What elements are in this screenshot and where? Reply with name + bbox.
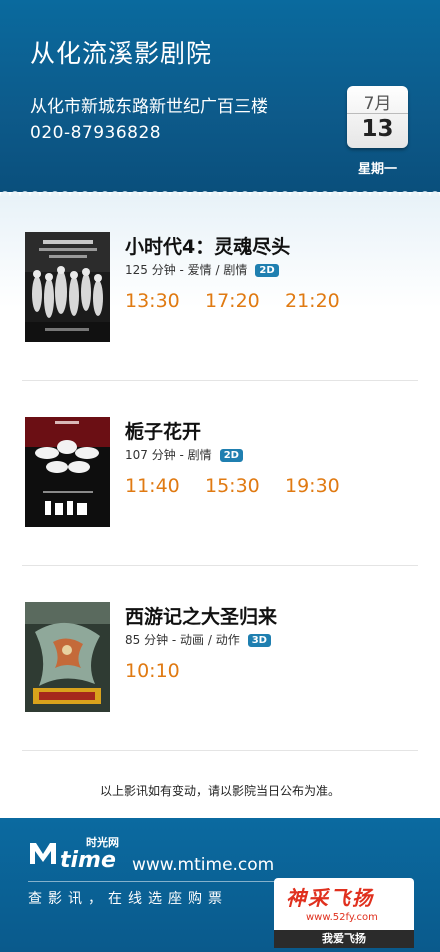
watermark-sub: 我爱飞扬: [274, 930, 414, 948]
movie-item[interactable]: 小时代4：灵魂尽头 125 分钟 - 爱情 / 剧情 2D 13:30 17:20 2…: [22, 196, 418, 381]
movie-poster[interactable]: [25, 417, 110, 527]
watermark-title: 神采飞扬: [286, 886, 374, 910]
showtime[interactable]: 13:30: [125, 290, 205, 312]
cinema-phone[interactable]: 020-87936828: [30, 123, 161, 143]
cinema-header: 从化流溪影剧院 从化市新城东路新世纪广百三楼 020-87936828 7月 1…: [0, 0, 440, 192]
showtime-list: 11:40 15:30 19:30: [125, 475, 365, 497]
movie-poster[interactable]: [25, 232, 110, 342]
footer-divider: [28, 881, 278, 882]
movie-meta-text: 85 分钟 - 动画 / 动作: [125, 633, 240, 647]
date-day: 13: [361, 116, 394, 142]
cinema-name: 从化流溪影剧院: [30, 39, 213, 68]
scalloped-edge-top: [0, 186, 440, 196]
footer: 时光网 time www.mtime.com 查影讯，在线选座购票 神采飞扬 w…: [0, 818, 440, 952]
showtime-list: 10:10: [125, 660, 205, 682]
logo-text: time: [60, 848, 116, 873]
watermark-url: www.52fy.com: [306, 912, 378, 923]
movie-meta: 125 分钟 - 爱情 / 剧情 2D: [125, 261, 279, 278]
format-badge: 2D: [255, 264, 279, 277]
movie-title[interactable]: 西游记之大圣归来: [125, 602, 277, 629]
showtime[interactable]: 21:20: [285, 290, 365, 312]
showtime[interactable]: 17:20: [205, 290, 285, 312]
movie-title[interactable]: 小时代4：灵魂尽头: [125, 232, 290, 259]
showtime-list: 13:30 17:20 21:20: [125, 290, 365, 312]
format-badge: 2D: [219, 449, 243, 462]
showtime[interactable]: 19:30: [285, 475, 365, 497]
movie-meta-text: 125 分钟 - 爱情 / 剧情: [125, 263, 248, 277]
movie-title[interactable]: 栀子花开: [125, 417, 201, 444]
showtime[interactable]: 11:40: [125, 475, 205, 497]
format-badge: 3D: [247, 634, 271, 647]
date-month: 7月: [363, 94, 392, 114]
movie-item[interactable]: 西游记之大圣归来 85 分钟 - 动画 / 动作 3D 10:10: [22, 566, 418, 751]
cinema-address: 从化市新城东路新世纪广百三楼: [30, 97, 268, 117]
footer-slogan: 查影讯，在线选座购票: [28, 891, 228, 907]
date-divider: [347, 113, 408, 114]
movie-meta: 107 分钟 - 剧情 2D: [125, 446, 243, 463]
showtimes-list: 小时代4：灵魂尽头 125 分钟 - 爱情 / 剧情 2D 13:30 17:20 2…: [0, 196, 440, 816]
date-weekday: 星期一: [357, 162, 397, 177]
movie-meta: 85 分钟 - 动画 / 动作 3D: [125, 631, 271, 648]
movie-meta-text: 107 分钟 - 剧情: [125, 448, 212, 462]
showtime[interactable]: 10:10: [125, 660, 205, 682]
date-card: 7月 13: [347, 86, 408, 148]
mtime-logo-icon[interactable]: [28, 840, 58, 866]
movie-poster[interactable]: [25, 602, 110, 712]
site-link[interactable]: www.mtime.com: [132, 855, 274, 875]
schedule-notice: 以上影讯如有变动，请以影院当日公布为准。: [99, 784, 340, 798]
movie-item[interactable]: 栀子花开 107 分钟 - 剧情 2D 11:40 15:30 19:30: [22, 381, 418, 566]
showtime[interactable]: 15:30: [205, 475, 285, 497]
